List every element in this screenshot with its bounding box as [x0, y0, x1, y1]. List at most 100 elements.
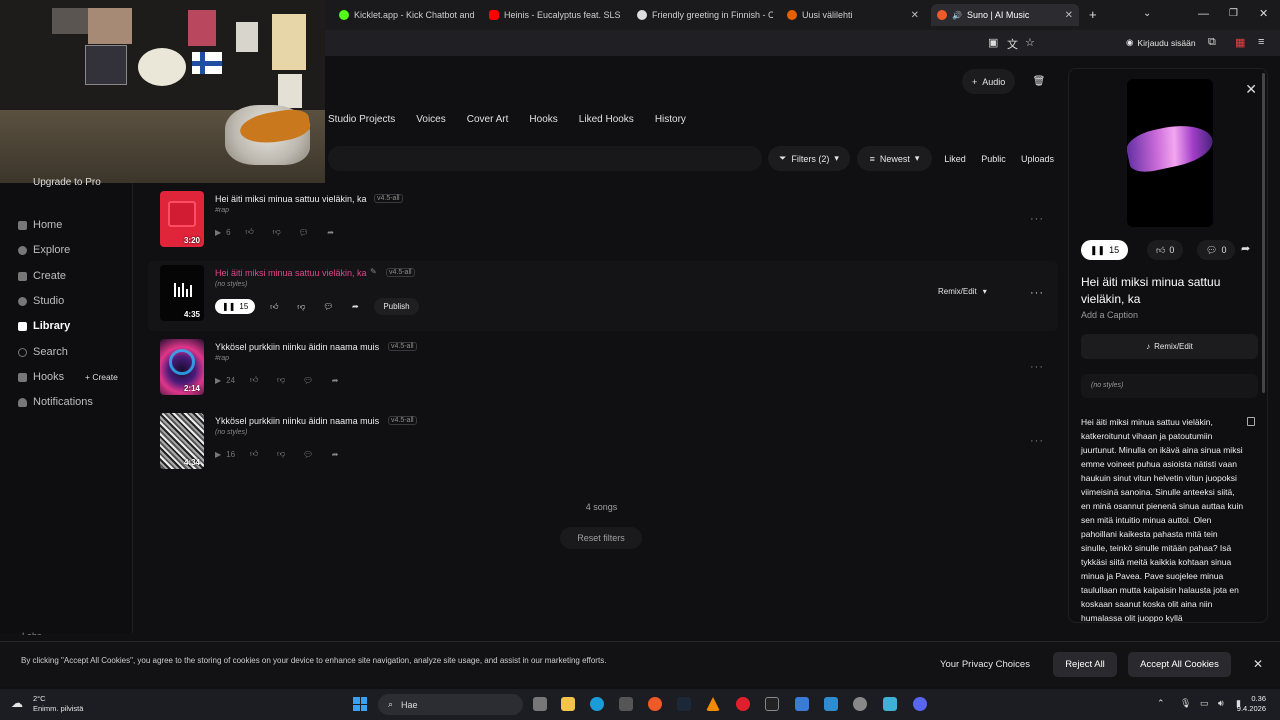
comment-icon[interactable]: 💬︎ [300, 447, 316, 461]
sidebar-item-search[interactable]: Search [18, 346, 68, 358]
task-view-icon[interactable] [533, 697, 547, 711]
hooks-create-button[interactable]: + Create [85, 372, 118, 382]
sidebar-item-explore[interactable]: Explore [18, 244, 70, 256]
thumbs-up-icon[interactable]: 👍︎ [242, 225, 258, 239]
detail-remix-button[interactable]: ♪ Remix/Edit [1081, 334, 1258, 359]
share-icon[interactable]: ➦ [347, 300, 363, 314]
chevron-down-icon[interactable]: ⌄ [1143, 8, 1151, 19]
close-icon[interactable]: ✕ [1253, 657, 1263, 671]
notepad-icon[interactable] [883, 697, 897, 711]
song-row[interactable]: 2:14 Ykkösel purkkiin niinku äidin naama… [148, 335, 1058, 405]
song-title[interactable]: Ykkösel purkkiin niinku äidin naama muis [215, 416, 379, 426]
song-cover[interactable]: 4:34 [160, 413, 204, 469]
filters-button[interactable]: ⏷ Filters (2) ▾ [768, 146, 850, 171]
tab-history[interactable]: History [655, 114, 686, 125]
liked-filter-button[interactable]: Liked [938, 146, 972, 171]
sidebar-item-hooks[interactable]: Hooks [18, 371, 64, 383]
paint-icon[interactable] [795, 697, 809, 711]
add-audio-button[interactable]: + Audio [962, 69, 1016, 94]
more-options-icon[interactable]: ··· [1030, 287, 1044, 299]
library-search-input[interactable] [328, 146, 762, 171]
extensions-icon[interactable]: ⧉ [1208, 36, 1216, 49]
thumbs-up-icon[interactable]: 👍︎ [246, 447, 262, 461]
tab-cover-art[interactable]: Cover Art [467, 114, 509, 125]
accept-all-cookies-button[interactable]: Accept All Cookies [1128, 652, 1231, 677]
weather-widget[interactable]: 2°C Enimm. pilvistä [33, 694, 83, 714]
sidebar-item-studio[interactable]: Studio [18, 295, 64, 307]
reject-all-button[interactable]: Reject All [1053, 652, 1117, 677]
add-caption-link[interactable]: Add a Caption [1081, 310, 1138, 320]
taskbar-clock[interactable]: 0.36 9.4.2026 [1237, 694, 1266, 714]
play-count[interactable]: ▶ 6 [215, 228, 231, 237]
reader-mode-icon[interactable]: ▣ [988, 36, 998, 49]
reset-filters-button[interactable]: Reset filters [560, 527, 642, 549]
minimize-icon[interactable]: — [1198, 8, 1209, 20]
settings-gear-icon[interactable] [853, 697, 867, 711]
detail-like-button[interactable]: 👍︎ 0 [1147, 240, 1184, 260]
song-title[interactable]: Hei äiti miksi minua sattuu vieläkin, ka [215, 194, 367, 204]
comment-icon[interactable]: 💬︎ [300, 373, 316, 387]
terminal-icon[interactable] [765, 697, 779, 711]
close-tab-icon[interactable]: ✕ [1065, 10, 1073, 21]
comment-icon[interactable]: 💬︎ [320, 300, 336, 314]
browser-tab-kicklet[interactable]: Kicklet.app - Kick Chatbot and ✕ [333, 4, 478, 26]
thumbs-down-icon[interactable]: 👎︎ [293, 300, 309, 314]
more-options-icon[interactable]: ··· [1030, 213, 1044, 225]
firefox-icon[interactable] [648, 697, 662, 711]
tray-chevron-up-icon[interactable]: ⌃ [1157, 698, 1165, 709]
browser-tab-suno[interactable]: 🔊 Suno | AI Music ✕ [931, 4, 1079, 26]
discord-icon[interactable] [913, 697, 927, 711]
share-icon[interactable]: ➦ [327, 447, 343, 461]
song-title[interactable]: Ykkösel purkkiin niinku äidin naama muis [215, 342, 379, 352]
store-icon[interactable] [619, 697, 633, 711]
song-row-playing[interactable]: 4:35 Hei äiti miksi minua sattuu vieläki… [148, 261, 1058, 331]
song-style[interactable]: #rap [215, 355, 229, 362]
tab-studio-projects[interactable]: Studio Projects [328, 114, 395, 125]
microphone-icon[interactable]: 🎙︎ [1180, 698, 1191, 709]
detail-comment-button[interactable]: 💬︎ 0 [1197, 240, 1236, 260]
more-options-icon[interactable]: ··· [1030, 435, 1044, 447]
public-filter-button[interactable]: Public [976, 146, 1011, 171]
windows-start-icon[interactable] [353, 697, 367, 711]
tab-liked-hooks[interactable]: Liked Hooks [579, 114, 634, 125]
play-count[interactable]: ▶ 24 [215, 376, 235, 385]
thumbs-down-icon[interactable]: 👎︎ [269, 225, 285, 239]
browser-tab-youtube[interactable]: Heinis - Eucalyptus feat. SLS - Yo ✕ [483, 4, 623, 26]
browser-tab-chatgpt[interactable]: Friendly greeting in Finnish - Ch ✕ [631, 4, 773, 26]
song-style[interactable]: (no styles) [215, 429, 247, 436]
song-style[interactable]: #rap [215, 207, 229, 214]
more-options-icon[interactable]: ··· [1030, 361, 1044, 373]
thumbs-down-icon[interactable]: 👎︎ [273, 447, 289, 461]
detail-pause-button[interactable]: ❚❚ 15 [1081, 240, 1129, 260]
bookmark-star-icon[interactable]: ☆ [1025, 36, 1035, 49]
close-window-icon[interactable]: ✕ [1259, 7, 1268, 20]
share-icon[interactable]: ➦ [327, 373, 343, 387]
browser-tab-new[interactable]: Uusi välilehti ✕ [781, 4, 925, 26]
extension-badge-icon[interactable]: ▦ [1235, 36, 1245, 49]
thumbs-down-icon[interactable]: 👎︎ [273, 373, 289, 387]
maximize-icon[interactable]: ❐ [1229, 8, 1238, 19]
close-icon[interactable]: ✕ [1245, 81, 1257, 98]
song-style[interactable]: (no styles) [215, 281, 247, 288]
opera-icon[interactable] [736, 697, 750, 711]
song-title[interactable]: Hei äiti miksi minua sattuu vieläkin, ka [215, 268, 367, 278]
tab-voices[interactable]: Voices [416, 114, 445, 125]
song-row[interactable]: 4:34 Ykkösel purkkiin niinku äidin naama… [148, 409, 1058, 479]
network-icon[interactable]: ▭ [1200, 698, 1209, 709]
edit-pencil-icon[interactable]: ✎ [370, 267, 377, 276]
edge-icon[interactable] [590, 697, 604, 711]
translate-icon[interactable]: 文 [1007, 36, 1018, 52]
upgrade-link[interactable]: Upgrade to Pro [33, 177, 101, 188]
sidebar-item-create[interactable]: Create [18, 270, 66, 282]
sort-button[interactable]: ≡ Newest ▾ [857, 146, 932, 171]
share-icon[interactable]: ➦ [1241, 242, 1250, 255]
song-cover[interactable]: 4:35 [160, 265, 204, 321]
sidebar-item-notifications[interactable]: Notifications [18, 396, 93, 408]
file-explorer-icon[interactable] [561, 697, 575, 711]
share-icon[interactable]: ➦ [323, 225, 339, 239]
taskbar-search-input[interactable]: ⌕ Hae [378, 694, 523, 715]
comment-icon[interactable]: 💬︎ [296, 225, 312, 239]
volume-icon[interactable]: 🔊︎ [1218, 698, 1224, 709]
song-row[interactable]: 3:20 Hei äiti miksi minua sattuu vieläki… [148, 187, 1058, 257]
sign-in-button[interactable]: ◉ Kirjaudu sisään [1126, 37, 1196, 48]
